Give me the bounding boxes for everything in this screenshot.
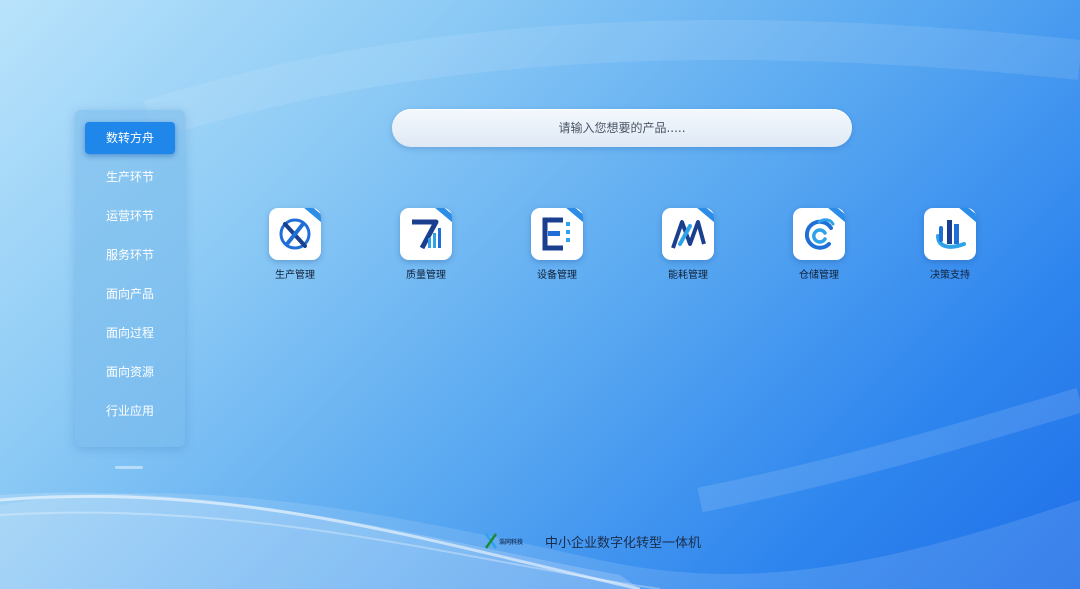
- app-tile[interactable]: [924, 208, 976, 260]
- sidebar-item-production[interactable]: 生产环节: [85, 161, 175, 193]
- app-tile[interactable]: [400, 208, 452, 260]
- app-tile[interactable]: [793, 208, 845, 260]
- app-label: 生产管理: [275, 270, 315, 281]
- app-quality-management[interactable]: 质量管理: [386, 208, 466, 281]
- app-tile[interactable]: [662, 208, 714, 260]
- sidebar-item-product[interactable]: 面向产品: [85, 278, 175, 310]
- app-label: 仓储管理: [799, 270, 839, 281]
- company-logo-text: 浩同科技: [499, 538, 524, 546]
- app-energy-management[interactable]: 能耗管理: [648, 208, 728, 281]
- sidebar-item-process[interactable]: 面向过程: [85, 317, 175, 349]
- app-tile[interactable]: [531, 208, 583, 260]
- app-label: 设备管理: [537, 270, 577, 281]
- production-icon: [279, 218, 311, 250]
- decision-icon: [936, 220, 966, 249]
- energy-icon: [671, 220, 706, 249]
- equipment-icon: [542, 217, 570, 251]
- app-warehouse-management[interactable]: 仓储管理: [779, 208, 859, 281]
- sidebar-scroll-handle[interactable]: [115, 466, 143, 469]
- warehouse-icon: [804, 218, 835, 250]
- app-label: 能耗管理: [668, 270, 708, 281]
- app-label: 质量管理: [406, 270, 446, 281]
- sidebar-item-industry[interactable]: 行业应用: [85, 395, 175, 427]
- sidebar-item-operation[interactable]: 运营环节: [85, 200, 175, 232]
- app-label: 决策支持: [930, 270, 970, 281]
- company-logo-icon: [485, 533, 497, 549]
- product-title: 中小企业数字化转型一体机: [545, 535, 702, 551]
- footer: 浩同科技 中小企业数字化转型一体机: [485, 530, 701, 552]
- app-tile[interactable]: [269, 208, 321, 260]
- quality-icon: [412, 219, 441, 250]
- sidebar-item-service[interactable]: 服务环节: [85, 239, 175, 271]
- app-decision-support[interactable]: 决策支持: [910, 208, 990, 281]
- app-production-management[interactable]: 生产管理: [255, 208, 335, 281]
- sidebar: 数转方舟 生产环节 运营环节 服务环节 面向产品 面向过程 面向资源 行业应用: [75, 110, 185, 447]
- sidebar-item-resource[interactable]: 面向资源: [85, 356, 175, 388]
- company-logo: 浩同科技: [485, 531, 533, 551]
- search-input[interactable]: [392, 109, 852, 147]
- app-equipment-management[interactable]: 设备管理: [517, 208, 597, 281]
- sidebar-item-digital-ark[interactable]: 数转方舟: [85, 122, 175, 154]
